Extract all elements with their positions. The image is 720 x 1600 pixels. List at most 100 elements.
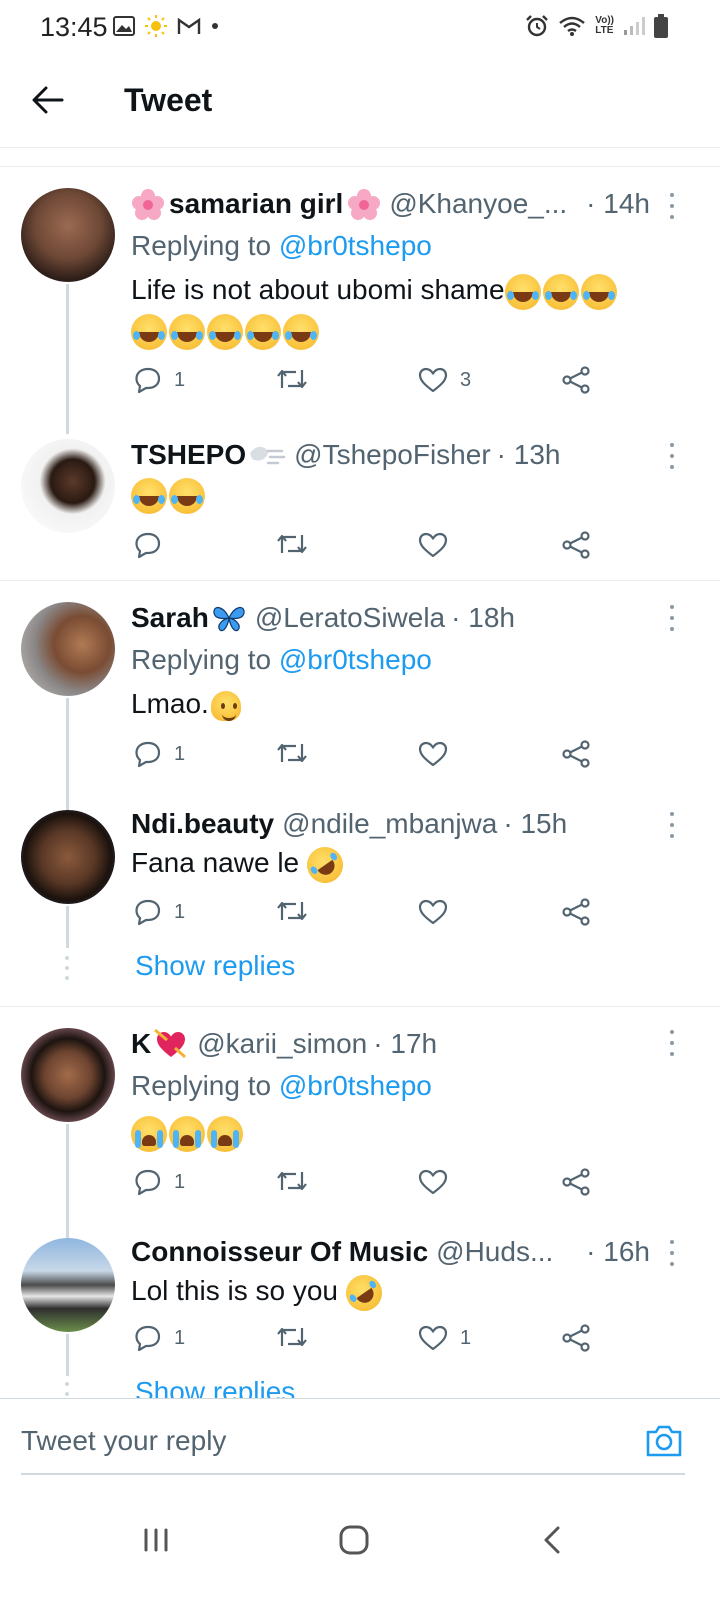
retweet-button[interactable] xyxy=(276,366,308,392)
reply-icon xyxy=(135,1169,161,1196)
mention-link[interactable]: @br0tshepo xyxy=(279,644,432,675)
rolling-laughing-emoji xyxy=(338,1267,389,1318)
camera-icon xyxy=(646,1425,682,1457)
reply-count: 1 xyxy=(174,1326,186,1349)
share-button[interactable] xyxy=(561,898,591,926)
tweet-text-emojis xyxy=(131,475,207,514)
share-button[interactable] xyxy=(561,531,591,559)
show-replies-link[interactable]: Show replies xyxy=(135,1376,295,1398)
more-options-button[interactable] xyxy=(666,1240,678,1266)
reply-button[interactable]: 1 xyxy=(134,366,185,394)
author-handle[interactable]: @TshepoFisher xyxy=(294,439,491,471)
reply-button[interactable]: 1 xyxy=(134,740,185,768)
author-name[interactable]: samarian girl xyxy=(169,188,343,220)
laughing-emoji xyxy=(169,477,205,514)
retweet-button[interactable] xyxy=(276,740,308,766)
crying-emoji xyxy=(207,1115,243,1152)
author-handle[interactable]: @LeratoSiwela xyxy=(255,602,445,634)
author-name[interactable]: TSHEPO xyxy=(131,439,246,471)
retweet-button[interactable] xyxy=(276,1324,308,1350)
author-name[interactable]: K xyxy=(131,1028,151,1060)
retweet-button[interactable] xyxy=(276,898,308,924)
tweet-time: · 13h xyxy=(496,439,561,470)
retweet-icon xyxy=(277,743,307,763)
reply-count: 1 xyxy=(174,742,186,765)
author-handle[interactable]: @Khanyoe_... xyxy=(389,188,567,220)
back-icon xyxy=(544,1526,560,1554)
replying-to: Replying to @br0tshepo xyxy=(131,230,432,262)
share-icon xyxy=(562,1168,590,1196)
laughing-emoji xyxy=(245,313,281,350)
author-handle[interactable]: @Huds... xyxy=(436,1236,553,1268)
reply-button[interactable]: 1 xyxy=(134,1168,185,1196)
mention-link[interactable]: @br0tshepo xyxy=(279,1070,432,1101)
avatar[interactable] xyxy=(21,1028,115,1122)
system-back-button[interactable] xyxy=(522,1510,582,1570)
like-count: 3 xyxy=(460,368,472,391)
more-options-button[interactable] xyxy=(666,1030,678,1056)
share-button[interactable] xyxy=(561,1168,591,1196)
mention-link[interactable]: @br0tshepo xyxy=(279,230,432,261)
avatar[interactable] xyxy=(21,810,115,904)
tweet-sarah[interactable]: Sarah @LeratoSiwela · 18h Replying to @b… xyxy=(0,582,720,813)
share-icon xyxy=(562,898,590,926)
author-handle[interactable]: @karii_simon xyxy=(197,1028,367,1060)
home-button[interactable] xyxy=(324,1510,384,1570)
share-button[interactable] xyxy=(561,1324,591,1352)
heart-icon xyxy=(418,532,448,558)
reply-icon xyxy=(135,899,161,926)
tweet-text-emojis xyxy=(131,311,321,350)
tweet-k[interactable]: K @karii_simon · 17h Replying to @br0tsh… xyxy=(0,1008,720,1244)
like-button[interactable] xyxy=(418,1168,460,1196)
camera-button[interactable] xyxy=(644,1423,684,1459)
tweet-ndi-beauty[interactable]: Ndi.beauty @ndile_mbanjwa · 15h Fana naw… xyxy=(0,792,720,1004)
like-button[interactable]: 3 xyxy=(418,366,471,394)
tweet-text: Lol this is so you xyxy=(131,1267,389,1318)
tweet-connoisseur-of-music[interactable]: Connoisseur Of Music @Huds... · 16h Lol … xyxy=(0,1232,720,1398)
author-name[interactable]: Connoisseur Of Music xyxy=(131,1236,428,1268)
reply-input[interactable] xyxy=(21,1425,621,1457)
laughing-emoji xyxy=(580,273,617,310)
tweet-text-line: Fana nawe le xyxy=(131,847,300,878)
recent-apps-button[interactable] xyxy=(126,1510,186,1570)
author-handle[interactable]: @ndile_mbanjwa xyxy=(282,808,497,840)
retweet-button[interactable] xyxy=(276,1168,308,1194)
tweet-tshepo[interactable]: TSHEPO @TshepoFisher · 13h xyxy=(0,415,720,580)
reply-button[interactable]: 1 xyxy=(134,1324,185,1352)
retweet-button[interactable] xyxy=(276,531,308,557)
reply-button[interactable]: 1 xyxy=(134,898,185,926)
avatar[interactable] xyxy=(21,439,115,533)
avatar[interactable] xyxy=(21,188,115,282)
more-options-button[interactable] xyxy=(666,812,678,838)
back-button[interactable] xyxy=(28,80,68,120)
author-name[interactable]: Ndi.beauty xyxy=(131,808,274,840)
like-button[interactable]: 1 xyxy=(418,1324,471,1352)
author-name[interactable]: Sarah xyxy=(131,602,209,634)
heart-icon xyxy=(418,367,448,393)
tweet-samarian-girl[interactable]: samarian girl @Khanyoe_... · 14h Replyin… xyxy=(0,168,720,434)
like-button[interactable] xyxy=(418,531,460,559)
flower-icon xyxy=(348,189,381,220)
reply-input-underline xyxy=(21,1473,685,1475)
reply-count: 1 xyxy=(174,1170,186,1193)
page-title: Tweet xyxy=(124,82,213,118)
share-icon xyxy=(562,1324,590,1352)
replying-to: Replying to @br0tshepo xyxy=(131,1070,432,1102)
more-options-button[interactable] xyxy=(666,443,678,469)
more-options-button[interactable] xyxy=(666,193,678,219)
show-replies-link[interactable]: Show replies xyxy=(135,950,295,982)
reply-button[interactable] xyxy=(134,531,174,559)
heart-icon xyxy=(418,1169,448,1195)
tweet-header: K @karii_simon · 17h xyxy=(131,1028,437,1060)
tweet-actions: 1 xyxy=(131,740,601,772)
avatar[interactable] xyxy=(21,602,115,696)
share-button[interactable] xyxy=(561,366,591,394)
thread-line xyxy=(66,284,69,434)
like-button[interactable] xyxy=(418,740,460,768)
like-button[interactable] xyxy=(418,898,460,926)
more-options-button[interactable] xyxy=(666,605,678,631)
share-button[interactable] xyxy=(561,740,591,768)
reply-icon xyxy=(135,1325,161,1352)
avatar[interactable] xyxy=(21,1238,115,1332)
tweet-time: · 18h xyxy=(451,602,515,633)
